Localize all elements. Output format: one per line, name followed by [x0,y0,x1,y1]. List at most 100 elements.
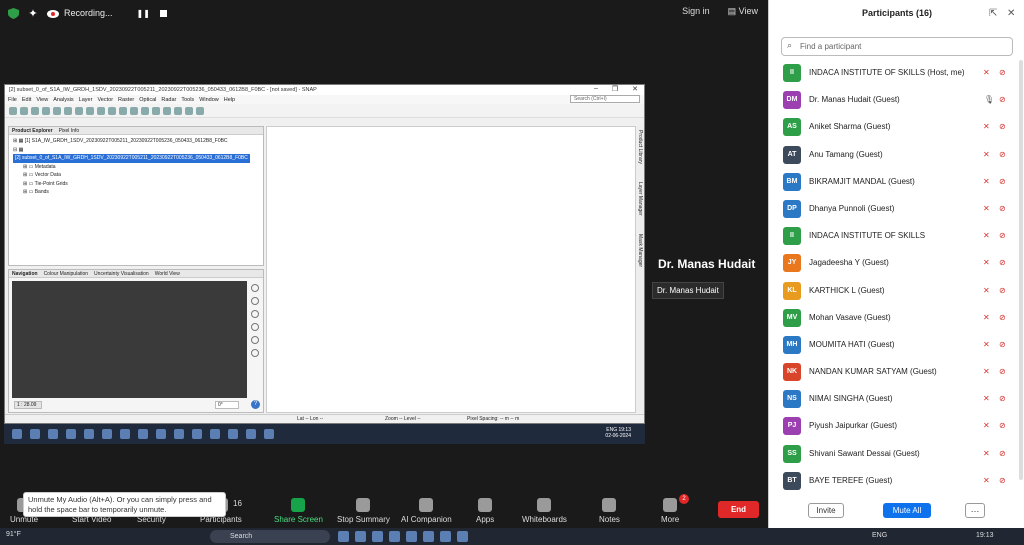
participant-row[interactable]: NS NIMAI SINGHA (Guest) ✕ ⊘ [769,385,1017,412]
menu-layer[interactable]: Layer [79,97,93,103]
menu-radar[interactable]: Radar [161,97,176,103]
file-explorer-icon[interactable] [84,429,94,439]
microphone-muted-icon[interactable]: ✕ [983,476,990,485]
tree-item-product-2[interactable]: ⊟ ▦ [2] subset_0_of_S1A_IW_GRDH_1SDV_202… [13,146,259,163]
end-meeting-button[interactable]: End [718,501,759,518]
menu-vector[interactable]: Vector [97,97,113,103]
snap-search-input[interactable]: Search (Ctrl+I) [570,95,640,103]
video-off-icon[interactable]: ⊘ [999,95,1006,104]
microphone-muted-icon[interactable]: ✕ [983,258,990,267]
task-view-icon[interactable] [66,429,76,439]
app-icon[interactable] [440,531,451,542]
close-icon[interactable]: ✕ [632,85,638,93]
tab-layer-manager[interactable]: Layer Manager [637,182,643,216]
more-button[interactable]: More [661,498,679,524]
video-off-icon[interactable]: ⊘ [999,177,1006,186]
shield-icon[interactable] [6,6,20,20]
app-icon[interactable] [372,531,383,542]
video-off-icon[interactable]: ⊘ [999,394,1006,403]
sync-views-icon[interactable] [251,336,259,344]
tree-item-vector-data[interactable]: ⊞ ▭ Vector Data [13,171,259,180]
app-icon[interactable] [389,531,400,542]
view-button[interactable]: ▤ View [728,6,758,17]
range-finder-icon[interactable] [196,106,204,115]
participant-row[interactable]: II INDACA INSTITUTE OF SKILLS ✕ ⊘ [769,222,1017,249]
menu-view[interactable]: View [36,97,48,103]
os-clock[interactable]: 19:13 [976,532,994,539]
microphone-muted-icon[interactable]: ✕ [983,367,990,376]
tab-pixel-info[interactable]: Pixel Info [59,128,80,134]
minimize-icon[interactable]: – [594,85,598,93]
find-participant-input[interactable]: Find a participant [781,37,1013,56]
participant-row[interactable]: II INDACA INSTITUTE OF SKILLS (Host, me) ✕… [769,59,1017,86]
microphone-muted-icon[interactable]: ✕ [983,150,990,159]
app-icon[interactable] [174,429,184,439]
video-off-icon[interactable]: ⊘ [999,476,1006,485]
pan-tool-icon[interactable] [141,106,149,115]
menu-help[interactable]: Help [224,97,235,103]
zoom-all-icon[interactable] [251,323,259,331]
app-icon[interactable] [355,531,366,542]
app-icon[interactable] [406,531,417,542]
os-search-input[interactable]: Search [210,530,330,543]
microphone-muted-icon[interactable]: ✕ [983,313,990,322]
video-off-icon[interactable]: ⊘ [999,340,1006,349]
participant-row[interactable]: NK NANDAN KUMAR SATYAM (Guest) ✕ ⊘ [769,358,1017,385]
tab-world-view[interactable]: World View [155,271,180,277]
notes-button[interactable]: Notes [599,498,620,524]
pop-out-icon[interactable]: ⇱ [989,8,997,19]
tree-item-tie-point-grids[interactable]: ⊞ ▭ Tie-Point Grids [13,180,259,189]
video-off-icon[interactable]: ⊘ [999,367,1006,376]
scatter-plot-icon[interactable] [86,106,94,115]
participant-row[interactable]: DP Dhanya Punnoli (Guest) ✕ ⊘ [769,195,1017,222]
menu-raster[interactable]: Raster [118,97,134,103]
microphone-muted-icon[interactable]: ✕ [983,449,990,458]
video-off-icon[interactable]: ⊘ [999,150,1006,159]
participant-row[interactable]: DM Dr. Manas Hudait (Guest) 🎙 ⊘ [769,86,1017,113]
windows-start-icon[interactable] [12,429,22,439]
rotation-field[interactable]: 0° [215,401,239,409]
stop-recording-icon[interactable] [159,9,167,17]
microphone-muted-icon[interactable]: ✕ [983,231,990,240]
video-off-icon[interactable]: ⊘ [999,313,1006,322]
video-off-icon[interactable]: ⊘ [999,421,1006,430]
image-view-canvas[interactable] [266,126,636,413]
chrome-icon[interactable] [156,429,166,439]
video-off-icon[interactable]: ⊘ [999,122,1006,131]
sign-in-button[interactable]: Sign in [682,6,710,17]
menu-file[interactable]: File [8,97,17,103]
tab-product-explorer[interactable]: Product Explorer [12,128,53,134]
maximize-icon[interactable]: ❐ [612,85,618,93]
participant-row[interactable]: AT Anu Tamang (Guest) ✕ ⊘ [769,141,1017,168]
video-off-icon[interactable]: ⊘ [999,258,1006,267]
spectrum-icon[interactable] [108,106,116,115]
tab-product-library[interactable]: Product Library [637,130,643,164]
invite-button[interactable]: Invite [808,503,844,518]
edge-icon[interactable] [102,429,112,439]
snap-app-icon[interactable] [246,429,256,439]
microphone-muted-icon[interactable]: ✕ [983,421,990,430]
zoom-out-icon[interactable] [251,297,259,305]
menu-window[interactable]: Window [199,97,219,103]
profile-plot-icon[interactable] [97,106,105,115]
microphone-muted-icon[interactable]: ✕ [983,68,990,77]
pin-tool-icon[interactable] [163,106,171,115]
histogram-icon[interactable] [64,106,72,115]
draw-polygon-icon[interactable] [185,106,193,115]
whiteboards-button[interactable]: Whiteboards [522,498,567,524]
video-off-icon[interactable]: ⊘ [999,231,1006,240]
participant-row[interactable]: BM BIKRAMJIT MANDAL (Guest) ✕ ⊘ [769,168,1017,195]
zoom-pixel-icon[interactable] [251,310,259,318]
undo-icon[interactable] [31,106,39,115]
cortana-icon[interactable] [48,429,58,439]
participant-row[interactable]: BT BAYE TEREFE (Guest) ✕ ⊘ [769,467,1017,494]
microphone-muted-icon[interactable]: ✕ [983,204,990,213]
app-icon[interactable] [457,531,468,542]
apps-button[interactable]: Apps [476,498,494,524]
tab-uncertainty-visualisation[interactable]: Uncertainty Visualisation [94,271,149,277]
search-icon[interactable] [30,429,40,439]
app-icon[interactable] [210,429,220,439]
select-tool-icon[interactable] [130,106,138,115]
help-icon[interactable]: ? [251,400,260,409]
menu-optical[interactable]: Optical [139,97,156,103]
